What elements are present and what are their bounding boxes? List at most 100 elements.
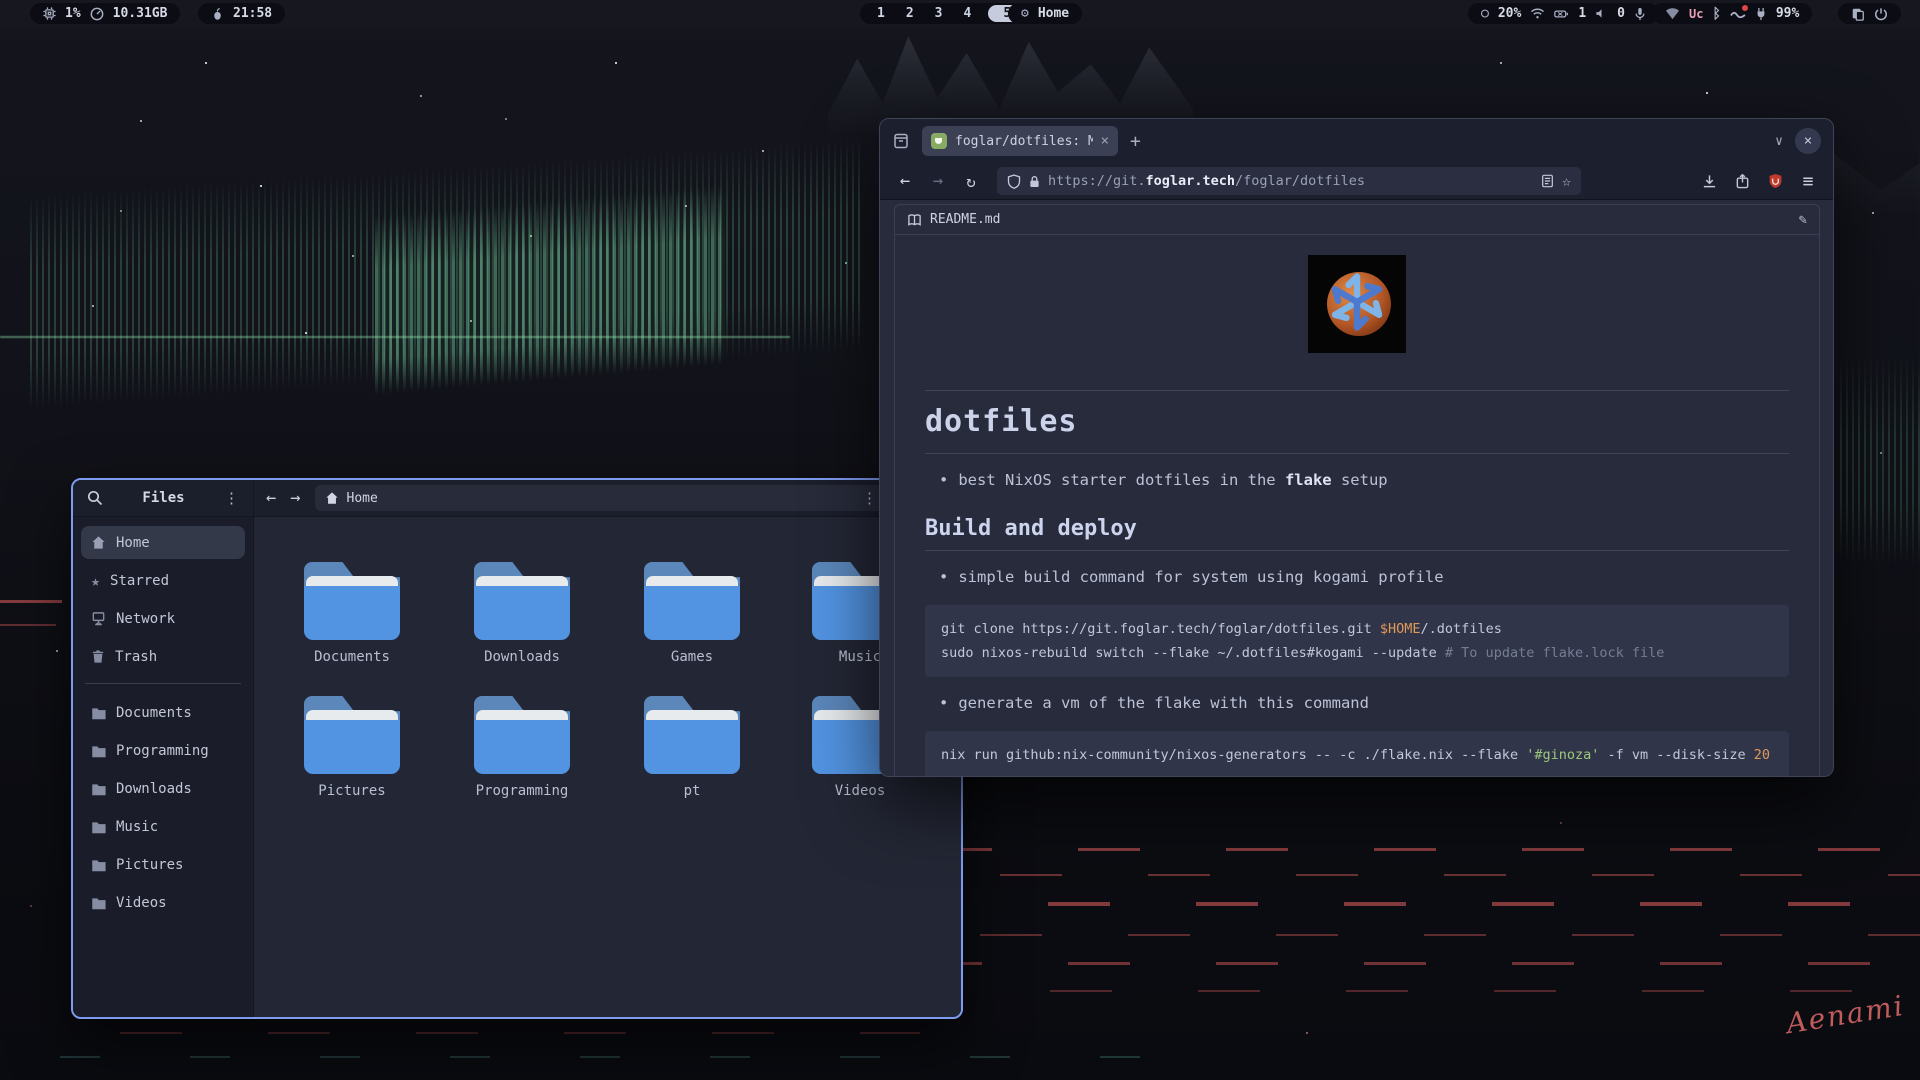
folder-icon (304, 694, 400, 774)
path-options-icon[interactable]: ⋮ (862, 489, 877, 507)
bullet-glyph: • (939, 471, 948, 489)
workspace-button-4[interactable]: 4 (959, 6, 975, 21)
files-toolbar: ← → Home ⋮ ⋮ (254, 480, 961, 516)
wifi-icon[interactable] (1530, 7, 1545, 20)
speaker-icon[interactable] (1595, 7, 1608, 20)
sidebar-item-music[interactable]: Music (81, 810, 245, 843)
keyboard-battery-value: 1 (1578, 6, 1586, 21)
folder-item-programming[interactable]: Programming (447, 694, 597, 799)
readme-panel: README.md ✎ dotfiles •best NixOS starter… (894, 204, 1820, 777)
readme-vm-bullet: •generate a vm of the flake with this co… (939, 694, 1789, 712)
folder-item-games[interactable]: Games (617, 560, 767, 665)
tracking-shield-icon[interactable] (1007, 174, 1021, 189)
code-block-vm: nix run github:nix-community/nixos-gener… (925, 731, 1789, 777)
readme-section-heading: Build and deploy (925, 516, 1789, 541)
memory-usage-value: 10.31GB (113, 6, 168, 21)
nav-forward-button[interactable]: → (925, 168, 951, 194)
wallpaper-glitch (60, 1056, 1160, 1058)
folder-item-pt[interactable]: pt (617, 694, 767, 799)
code-line: git clone https://git.foglar.tech/foglar… (941, 617, 1773, 641)
sidebar-item-videos[interactable]: Videos (81, 886, 245, 919)
sidebar-item-documents[interactable]: Documents (81, 696, 245, 729)
brightness-value: 20% (1498, 6, 1521, 21)
current-location-label: Home (347, 491, 378, 506)
search-icon[interactable] (87, 490, 103, 506)
mode-pill[interactable]: ⚙ Home (1008, 3, 1082, 24)
folder-item-documents[interactable]: Documents (277, 560, 427, 665)
hamburger-menu-icon[interactable]: ≡ (1795, 168, 1821, 194)
workspace-button-1[interactable]: 1 (873, 6, 889, 21)
folder-icon (474, 560, 570, 640)
extension-button[interactable] (1729, 168, 1755, 194)
bookmark-star-icon[interactable]: ☆ (1562, 172, 1571, 190)
folder-item-downloads[interactable]: Downloads (447, 560, 597, 665)
folder-icon (474, 694, 570, 774)
files-pathbar[interactable]: Home ⋮ (315, 485, 888, 511)
brightness-icon[interactable]: ○ (1481, 6, 1489, 21)
url-text: https://git.foglar.tech/foglar/dotfiles (1048, 173, 1533, 189)
wallpaper-aurora (375, 185, 725, 396)
folder-item-pictures[interactable]: Pictures (277, 694, 427, 799)
tray-wave-icon[interactable] (1730, 7, 1746, 20)
nav-reload-button[interactable]: ↻ (958, 168, 984, 194)
url-bar[interactable]: https://git.foglar.tech/foglar/dotfiles … (997, 167, 1581, 195)
lock-icon[interactable] (1029, 175, 1040, 188)
tab-close-icon[interactable]: × (1101, 133, 1109, 149)
distro-icon (211, 7, 224, 21)
volume-value: 0 (1617, 6, 1625, 21)
top-status-bar: 1% 10.31GB 21:58 1 2 3 4 5 ⚙ Home ○ 20% … (0, 0, 1920, 27)
wallpaper-glitch (900, 902, 1920, 906)
code-line: nix run github:nix-community/nixos-gener… (941, 743, 1773, 767)
edit-pencil-icon[interactable]: ✎ (1799, 212, 1807, 228)
network-tray-icon[interactable] (1665, 7, 1680, 20)
sidebar-item-starred[interactable]: ★ Starred (81, 564, 245, 597)
folder-label: pt (617, 783, 767, 799)
url-path: /foglar/dotfiles (1235, 173, 1365, 189)
markdown-rule (925, 550, 1789, 551)
battery-percent-value: 99% (1776, 6, 1799, 21)
files-content-grid: Documents Downloads Games Music Pictures… (254, 517, 961, 1017)
nav-back-button[interactable]: ← (892, 168, 918, 194)
notification-dot (1742, 5, 1748, 11)
forward-button[interactable]: → (290, 490, 300, 507)
tab-box-icon[interactable] (892, 132, 910, 150)
system-tray-pill: Uc ᛒ 99% (1652, 3, 1812, 24)
sidebar-item-label: Starred (110, 573, 169, 589)
tray-app-icon[interactable]: Uc (1689, 7, 1703, 21)
folder-icon (91, 782, 106, 796)
workspace-button-3[interactable]: 3 (931, 6, 947, 21)
list-tabs-chevron-icon[interactable]: ∨ (1775, 134, 1783, 149)
sidebar-item-programming[interactable]: Programming (81, 734, 245, 767)
wallpaper-glitch (0, 600, 64, 603)
folder-label: Downloads (447, 649, 597, 665)
sidebar-item-pictures[interactable]: Pictures (81, 848, 245, 881)
kebab-menu-icon[interactable]: ⋮ (224, 489, 239, 507)
home-icon (325, 491, 339, 505)
bluetooth-icon[interactable]: ᛒ (1712, 6, 1720, 22)
sidebar-item-downloads[interactable]: Downloads (81, 772, 245, 805)
wallpaper-glitch (920, 962, 1920, 965)
ublock-icon[interactable] (1762, 168, 1788, 194)
microphone-icon[interactable] (1634, 7, 1646, 21)
reader-view-icon[interactable] (1541, 174, 1554, 188)
browser-tab-active[interactable]: foglar/dotfiles: My × (922, 126, 1118, 156)
folder-icon (644, 560, 740, 640)
back-button[interactable]: ← (266, 490, 276, 507)
keyboard-battery-icon[interactable] (1554, 8, 1569, 20)
star-icon: ★ (91, 572, 100, 590)
sidebar-item-trash[interactable]: Trash (81, 640, 245, 673)
window-close-button[interactable]: × (1795, 128, 1821, 154)
system-stats-pill: 1% 10.31GB (30, 3, 180, 24)
browser-window: foglar/dotfiles: My × + ∨ × ← → ↻ https:… (879, 118, 1834, 777)
cpu-usage-value: 1% (65, 6, 81, 21)
downloads-button[interactable] (1696, 168, 1722, 194)
sidebar-item-label: Music (116, 819, 158, 835)
new-tab-button[interactable]: + (1130, 131, 1141, 152)
power-icon[interactable] (1874, 7, 1888, 21)
wallpaper-signature: Aenami (1784, 989, 1907, 1040)
folder-label: Documents (277, 649, 427, 665)
sidebar-item-home[interactable]: Home (81, 526, 245, 559)
workspace-button-2[interactable]: 2 (902, 6, 918, 21)
sidebar-item-network[interactable]: Network (81, 602, 245, 635)
clipboard-icon[interactable] (1851, 7, 1865, 21)
